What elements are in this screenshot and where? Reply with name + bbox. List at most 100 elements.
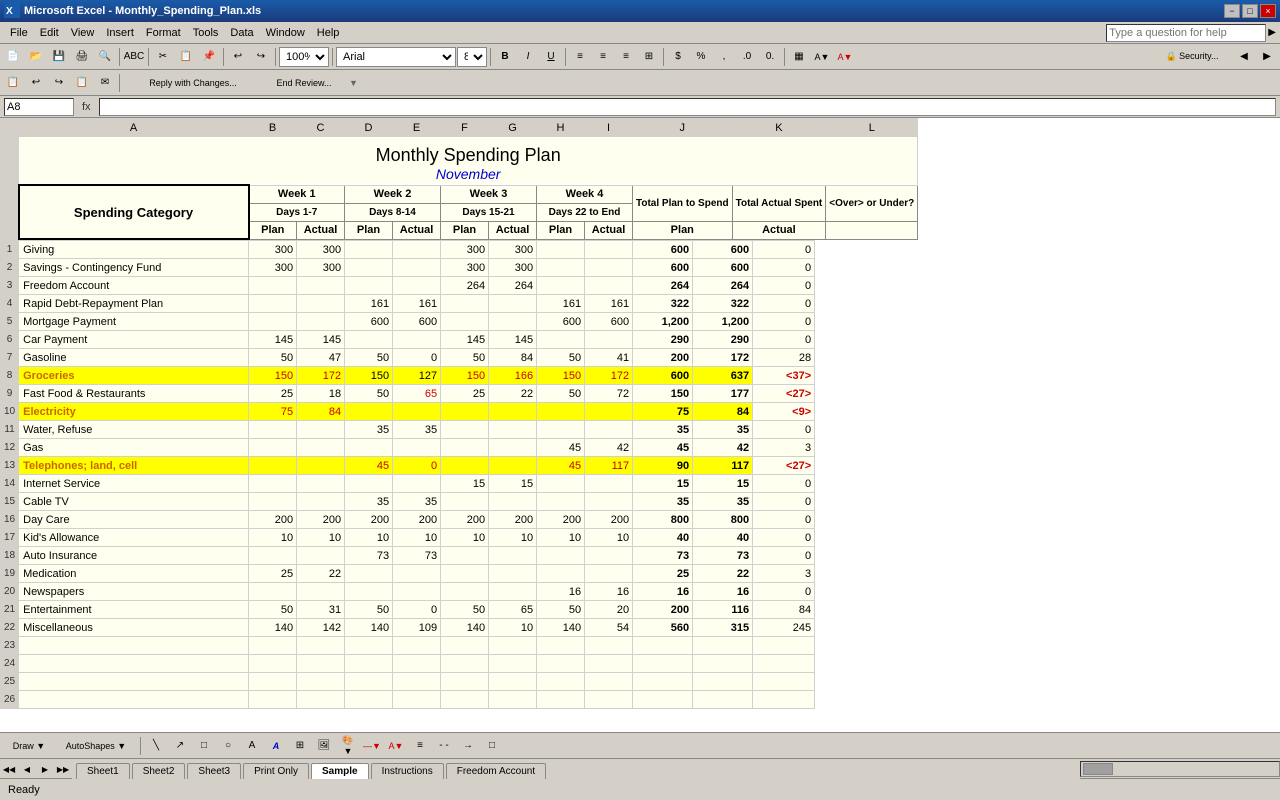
w3a-cell[interactable] bbox=[489, 313, 537, 331]
w4p-cell[interactable] bbox=[537, 673, 585, 691]
w1p-cell[interactable] bbox=[249, 637, 297, 655]
tp-cell[interactable]: 560 bbox=[633, 619, 693, 637]
w2a-cell[interactable] bbox=[393, 565, 441, 583]
category-cell[interactable] bbox=[19, 637, 249, 655]
w2a-cell[interactable]: 109 bbox=[393, 619, 441, 637]
tp-cell[interactable]: 322 bbox=[633, 295, 693, 313]
w4a-cell[interactable]: 117 bbox=[585, 457, 633, 475]
col-header-g[interactable]: G bbox=[489, 119, 537, 137]
comma-button[interactable]: , bbox=[713, 46, 735, 68]
w1a-cell[interactable]: 31 bbox=[297, 601, 345, 619]
w2a-cell[interactable]: 200 bbox=[393, 511, 441, 529]
print-button[interactable]: 🖨 bbox=[71, 46, 93, 68]
w2p-cell[interactable]: 35 bbox=[345, 493, 393, 511]
w1p-cell[interactable]: 150 bbox=[249, 367, 297, 385]
tp-cell[interactable]: 200 bbox=[633, 349, 693, 367]
w3p-cell[interactable] bbox=[441, 691, 489, 709]
w4a-cell[interactable]: 600 bbox=[585, 313, 633, 331]
col-header-e[interactable]: E bbox=[393, 119, 441, 137]
merge-button[interactable]: ⊞ bbox=[638, 46, 660, 68]
w4p-cell[interactable] bbox=[537, 475, 585, 493]
w2p-cell[interactable] bbox=[345, 655, 393, 673]
w4a-cell[interactable] bbox=[585, 673, 633, 691]
w2p-cell[interactable]: 35 bbox=[345, 421, 393, 439]
draw-diagram-button[interactable]: ⊞ bbox=[289, 735, 311, 757]
draw-3d-button[interactable]: □ bbox=[481, 735, 503, 757]
w2a-cell[interactable]: 600 bbox=[393, 313, 441, 331]
w4a-cell[interactable] bbox=[585, 637, 633, 655]
w4a-cell[interactable] bbox=[585, 547, 633, 565]
ta-cell[interactable]: 22 bbox=[693, 565, 753, 583]
maximize-button[interactable]: □ bbox=[1242, 4, 1258, 18]
category-cell[interactable]: Savings - Contingency Fund bbox=[19, 259, 249, 277]
font-color-button[interactable]: A▼ bbox=[834, 46, 856, 68]
w1a-cell[interactable] bbox=[297, 547, 345, 565]
ta-cell[interactable]: 600 bbox=[693, 259, 753, 277]
ou-cell[interactable]: <27> bbox=[753, 385, 815, 403]
w4a-cell[interactable] bbox=[585, 403, 633, 421]
w4p-cell[interactable]: 161 bbox=[537, 295, 585, 313]
w4p-cell[interactable]: 150 bbox=[537, 367, 585, 385]
category-cell[interactable]: Car Payment bbox=[19, 331, 249, 349]
ta-cell[interactable]: 172 bbox=[693, 349, 753, 367]
w4a-cell[interactable]: 41 bbox=[585, 349, 633, 367]
w3p-cell[interactable]: 140 bbox=[441, 619, 489, 637]
w1a-cell[interactable]: 172 bbox=[297, 367, 345, 385]
w4p-cell[interactable] bbox=[537, 565, 585, 583]
draw-textbox-button[interactable]: A bbox=[241, 735, 263, 757]
w3p-cell[interactable]: 150 bbox=[441, 367, 489, 385]
tp-cell[interactable]: 75 bbox=[633, 403, 693, 421]
w4p-cell[interactable]: 16 bbox=[537, 583, 585, 601]
ou-cell[interactable]: 245 bbox=[753, 619, 815, 637]
w4p-cell[interactable] bbox=[537, 493, 585, 511]
w2p-cell[interactable]: 200 bbox=[345, 511, 393, 529]
w2a-cell[interactable]: 0 bbox=[393, 601, 441, 619]
menu-insert[interactable]: Insert bbox=[100, 25, 140, 41]
category-cell[interactable]: Electricity bbox=[19, 403, 249, 421]
w2a-cell[interactable] bbox=[393, 277, 441, 295]
w3p-cell[interactable]: 50 bbox=[441, 601, 489, 619]
category-cell[interactable] bbox=[19, 691, 249, 709]
w3a-cell[interactable] bbox=[489, 439, 537, 457]
w3a-cell[interactable]: 84 bbox=[489, 349, 537, 367]
scrollbar-thumb[interactable] bbox=[1083, 763, 1113, 775]
w2p-cell[interactable] bbox=[345, 259, 393, 277]
menu-window[interactable]: Window bbox=[260, 25, 311, 41]
w4p-cell[interactable] bbox=[537, 403, 585, 421]
w2a-cell[interactable]: 73 bbox=[393, 547, 441, 565]
w1p-cell[interactable]: 300 bbox=[249, 259, 297, 277]
w3a-cell[interactable] bbox=[489, 403, 537, 421]
w2a-cell[interactable] bbox=[393, 259, 441, 277]
w2a-cell[interactable] bbox=[393, 583, 441, 601]
w2a-cell[interactable]: 35 bbox=[393, 421, 441, 439]
sheet-tab-sheet1[interactable]: Sheet1 bbox=[76, 763, 130, 779]
tp-cell[interactable]: 45 bbox=[633, 439, 693, 457]
w2p-cell[interactable] bbox=[345, 673, 393, 691]
w4p-cell[interactable] bbox=[537, 691, 585, 709]
w1a-cell[interactable] bbox=[297, 655, 345, 673]
w1a-cell[interactable] bbox=[297, 457, 345, 475]
w4a-cell[interactable] bbox=[585, 565, 633, 583]
w3a-cell[interactable] bbox=[489, 421, 537, 439]
ta-cell[interactable] bbox=[693, 655, 753, 673]
w2p-cell[interactable]: 50 bbox=[345, 601, 393, 619]
tp-cell[interactable]: 35 bbox=[633, 493, 693, 511]
ou-cell[interactable]: 0 bbox=[753, 241, 815, 259]
ta-cell[interactable]: 40 bbox=[693, 529, 753, 547]
align-right-button[interactable]: ≡ bbox=[615, 46, 637, 68]
draw-dashstyle-button[interactable]: - - bbox=[433, 735, 455, 757]
menu-tools[interactable]: Tools bbox=[187, 25, 225, 41]
print-preview-button[interactable]: 🔍 bbox=[94, 46, 116, 68]
sheet-tab-instructions[interactable]: Instructions bbox=[371, 763, 444, 779]
tab-scroll-right[interactable]: ▶▶ bbox=[55, 761, 71, 777]
tp-cell[interactable]: 600 bbox=[633, 367, 693, 385]
w4p-cell[interactable]: 200 bbox=[537, 511, 585, 529]
ou-cell[interactable]: 84 bbox=[753, 601, 815, 619]
ta-cell[interactable]: 16 bbox=[693, 583, 753, 601]
menu-file[interactable]: File bbox=[4, 25, 34, 41]
w1a-cell[interactable] bbox=[297, 583, 345, 601]
w3a-cell[interactable] bbox=[489, 565, 537, 583]
col-header-b[interactable]: B bbox=[249, 119, 297, 137]
w1p-cell[interactable] bbox=[249, 691, 297, 709]
col-header-k[interactable]: K bbox=[732, 119, 826, 137]
